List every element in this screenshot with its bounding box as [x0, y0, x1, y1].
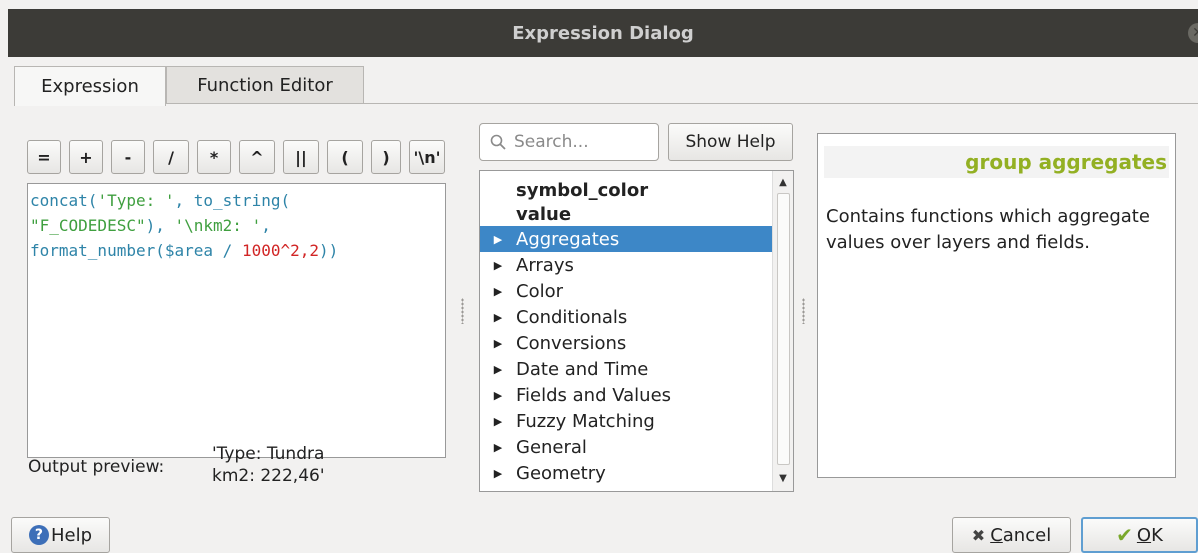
cancel-button[interactable]: ✖ Cancel — [952, 517, 1071, 553]
equals-operator-button[interactable]: = — [27, 140, 61, 174]
tree-item-label: Fields and Values — [516, 384, 672, 406]
splitter-handle[interactable] — [802, 298, 805, 324]
tree-item-label: symbol_color — [516, 179, 649, 201]
code-token: , — [261, 216, 271, 235]
ok-label-rest: K — [1151, 524, 1163, 546]
tree-item-label: Geometry — [516, 462, 606, 484]
show-help-button[interactable]: Show Help — [668, 123, 793, 161]
expand-arrow-icon[interactable]: ▶ — [480, 259, 516, 272]
help-button-label: Help — [50, 524, 93, 546]
code-token: concat( — [30, 191, 98, 210]
tree-item-label: Conditionals — [516, 306, 628, 328]
tree-group-conditionals[interactable]: ▶ Conditionals — [480, 304, 772, 330]
expand-arrow-icon[interactable]: ▶ — [480, 467, 516, 480]
newline-operator-button[interactable]: '\n' — [409, 140, 445, 174]
help-panel: group aggregates Contains functions whic… — [817, 133, 1176, 478]
scrollbar-thumb[interactable] — [777, 193, 790, 465]
expand-arrow-icon[interactable]: ▶ — [480, 311, 516, 324]
close-icon[interactable]: ✕ — [1188, 23, 1198, 43]
tree-group-date-and-time[interactable]: ▶ Date and Time — [480, 356, 772, 382]
ok-mnemonic: O — [1136, 524, 1152, 546]
multiply-operator-button[interactable]: * — [197, 140, 231, 174]
tree-group-color[interactable]: ▶ Color — [480, 278, 772, 304]
divide-operator-button[interactable]: / — [153, 140, 189, 174]
code-token: $area — [164, 241, 214, 260]
title-bar: Expression Dialog ✕ — [8, 9, 1198, 57]
tree-scrollbar[interactable]: ▲ ▼ — [772, 171, 793, 491]
code-token: to_string( — [193, 191, 291, 210]
close-paren-button[interactable]: ) — [371, 140, 401, 174]
code-token: ), — [145, 216, 175, 235]
tree-group-aggregates[interactable]: ▶ Aggregates — [480, 226, 772, 252]
ok-button[interactable]: ✔ OK — [1081, 517, 1198, 553]
tab-label: Expression — [41, 76, 139, 97]
search-input[interactable]: Search... — [479, 123, 659, 161]
expand-arrow-icon[interactable]: ▶ — [480, 363, 516, 376]
tree-group-geometry[interactable]: ▶ Geometry — [480, 460, 772, 486]
help-title: group aggregates — [824, 146, 1169, 178]
minus-operator-button[interactable]: - — [111, 140, 145, 174]
scroll-up-arrow-icon[interactable]: ▲ — [773, 175, 793, 191]
splitter-handle[interactable] — [461, 298, 464, 324]
tree-item-label: Date and Time — [516, 358, 649, 380]
expand-arrow-icon[interactable]: ▶ — [480, 285, 516, 298]
cancel-label-rest: ancel — [1002, 524, 1052, 546]
output-preview-value: 'Type: Tundra km2: 222,46' — [212, 444, 325, 486]
expand-arrow-icon[interactable]: ▶ — [480, 233, 516, 246]
code-token: , — [174, 191, 194, 210]
code-token: "F_CODEDESC" — [30, 216, 146, 235]
expand-arrow-icon[interactable]: ▶ — [480, 337, 516, 350]
checkmark-icon: ✔ — [1116, 523, 1133, 547]
tree-item-label: value — [516, 203, 572, 225]
window-title: Expression Dialog — [512, 22, 694, 44]
help-circle-icon: ? — [28, 525, 49, 545]
editor-line-2: "F_CODEDESC"), '\nkm2: ', — [30, 213, 445, 238]
scroll-down-arrow-icon[interactable]: ▼ — [773, 471, 793, 487]
plus-operator-button[interactable]: + — [69, 140, 103, 174]
tree-group-fuzzy-matching[interactable]: ▶ Fuzzy Matching — [480, 408, 772, 434]
code-token: 1000^2,2 — [241, 241, 319, 260]
tree-item-label: General — [516, 436, 587, 458]
tree-group-fields-and-values[interactable]: ▶ Fields and Values — [480, 382, 772, 408]
tab-function-editor[interactable]: Function Editor — [166, 66, 364, 104]
open-paren-button[interactable]: ( — [327, 140, 363, 174]
concat-operator-button[interactable]: || — [283, 140, 319, 174]
search-icon — [490, 134, 506, 150]
code-token: '\nkm2: ' — [174, 216, 262, 235]
function-tree[interactable]: symbol_color value ▶ Aggregates ▶ Arrays ▶… — [479, 170, 794, 492]
expression-editor[interactable]: concat('Type: ', to_string("F_CODEDESC")… — [27, 183, 446, 458]
code-token: / — [213, 241, 242, 260]
search-placeholder: Search... — [514, 132, 589, 152]
tree-item-label: Arrays — [516, 254, 574, 276]
cancel-mnemonic: C — [990, 524, 1003, 546]
tree-field-symbol-color[interactable]: symbol_color — [480, 177, 772, 203]
tree-group-conversions[interactable]: ▶ Conversions — [480, 330, 772, 356]
cancel-x-icon: ✖ — [971, 525, 986, 545]
output-preview-label: Output preview: — [28, 457, 165, 477]
tree-item-label: Aggregates — [516, 228, 620, 250]
tab-divider — [166, 103, 1198, 104]
tree-field-value[interactable]: value — [480, 201, 772, 227]
editor-line-1: concat('Type: ', to_string( — [30, 188, 445, 213]
tab-label: Function Editor — [197, 74, 333, 96]
tree-item-label: Conversions — [516, 332, 627, 354]
tree-group-arrays[interactable]: ▶ Arrays — [480, 252, 772, 278]
help-description: Contains functions which aggregate value… — [826, 206, 1150, 253]
tab-expression[interactable]: Expression — [14, 66, 166, 106]
tree-item-label: Color — [516, 280, 563, 302]
code-token: 'Type: ' — [97, 191, 175, 210]
code-token: )) — [319, 241, 339, 260]
expand-arrow-icon[interactable]: ▶ — [480, 441, 516, 454]
editor-line-3: format_number($area / 1000^2,2)) — [30, 238, 445, 263]
expand-arrow-icon[interactable]: ▶ — [480, 415, 516, 428]
help-button[interactable]: ? Help — [11, 517, 110, 553]
tree-item-label: Fuzzy Matching — [516, 410, 655, 432]
expand-arrow-icon[interactable]: ▶ — [480, 389, 516, 402]
power-operator-button[interactable]: ^ — [239, 140, 275, 174]
code-token: format_number( — [30, 241, 165, 260]
tree-group-general[interactable]: ▶ General — [480, 434, 772, 460]
